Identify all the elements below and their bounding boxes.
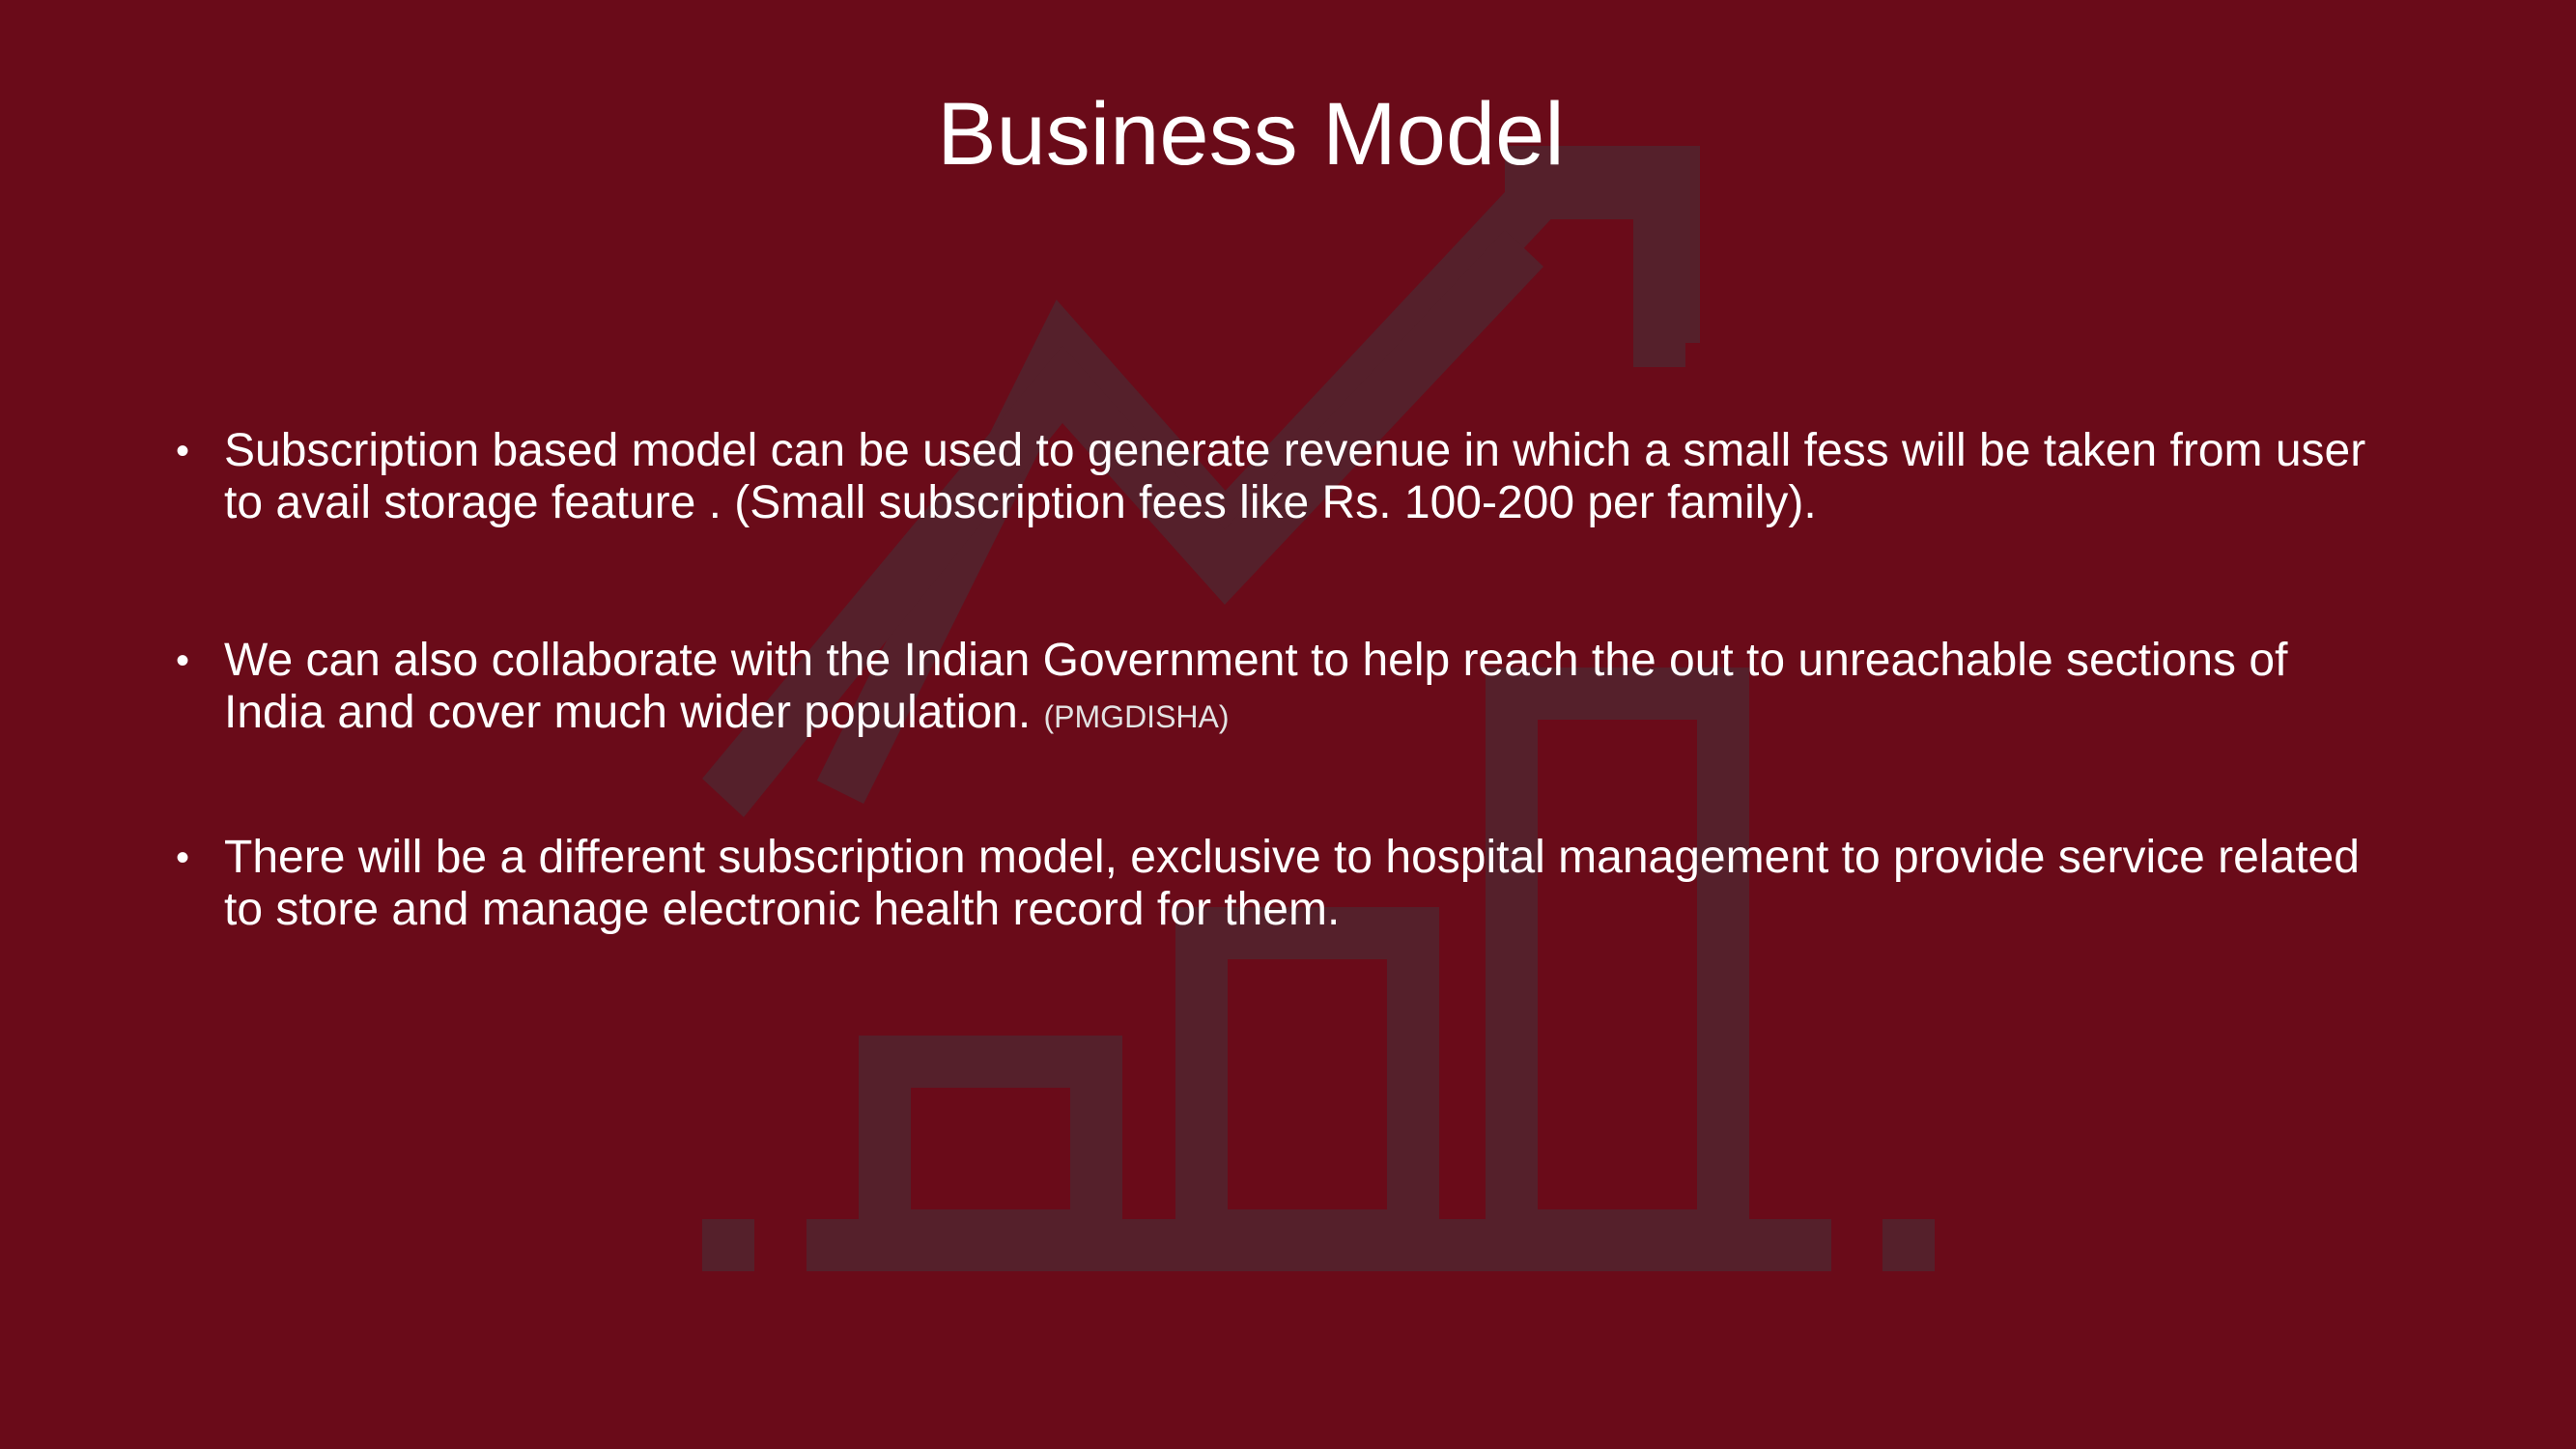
slide-title: Business Model (937, 85, 1565, 184)
bullet-text: We can also collaborate with the Indian … (224, 635, 2288, 738)
bullet-glyph: • (176, 639, 190, 682)
bullet-item: • We can also collaborate with the India… (176, 635, 2397, 743)
bullet-item: • Subscription based model can be used t… (176, 425, 2397, 529)
slide: Business Model • Subscription based mode… (0, 0, 2576, 1449)
bullet-note: (PMGDISHA) (1043, 699, 1230, 734)
bullet-glyph: • (176, 430, 190, 472)
bullet-text: Subscription based model can be used to … (224, 425, 2366, 528)
bullet-text: There will be a different subscription m… (224, 832, 2360, 935)
bullet-item: • There will be a different subscription… (176, 832, 2397, 936)
bullet-list: • Subscription based model can be used t… (176, 425, 2397, 936)
bullet-glyph: • (176, 837, 190, 879)
